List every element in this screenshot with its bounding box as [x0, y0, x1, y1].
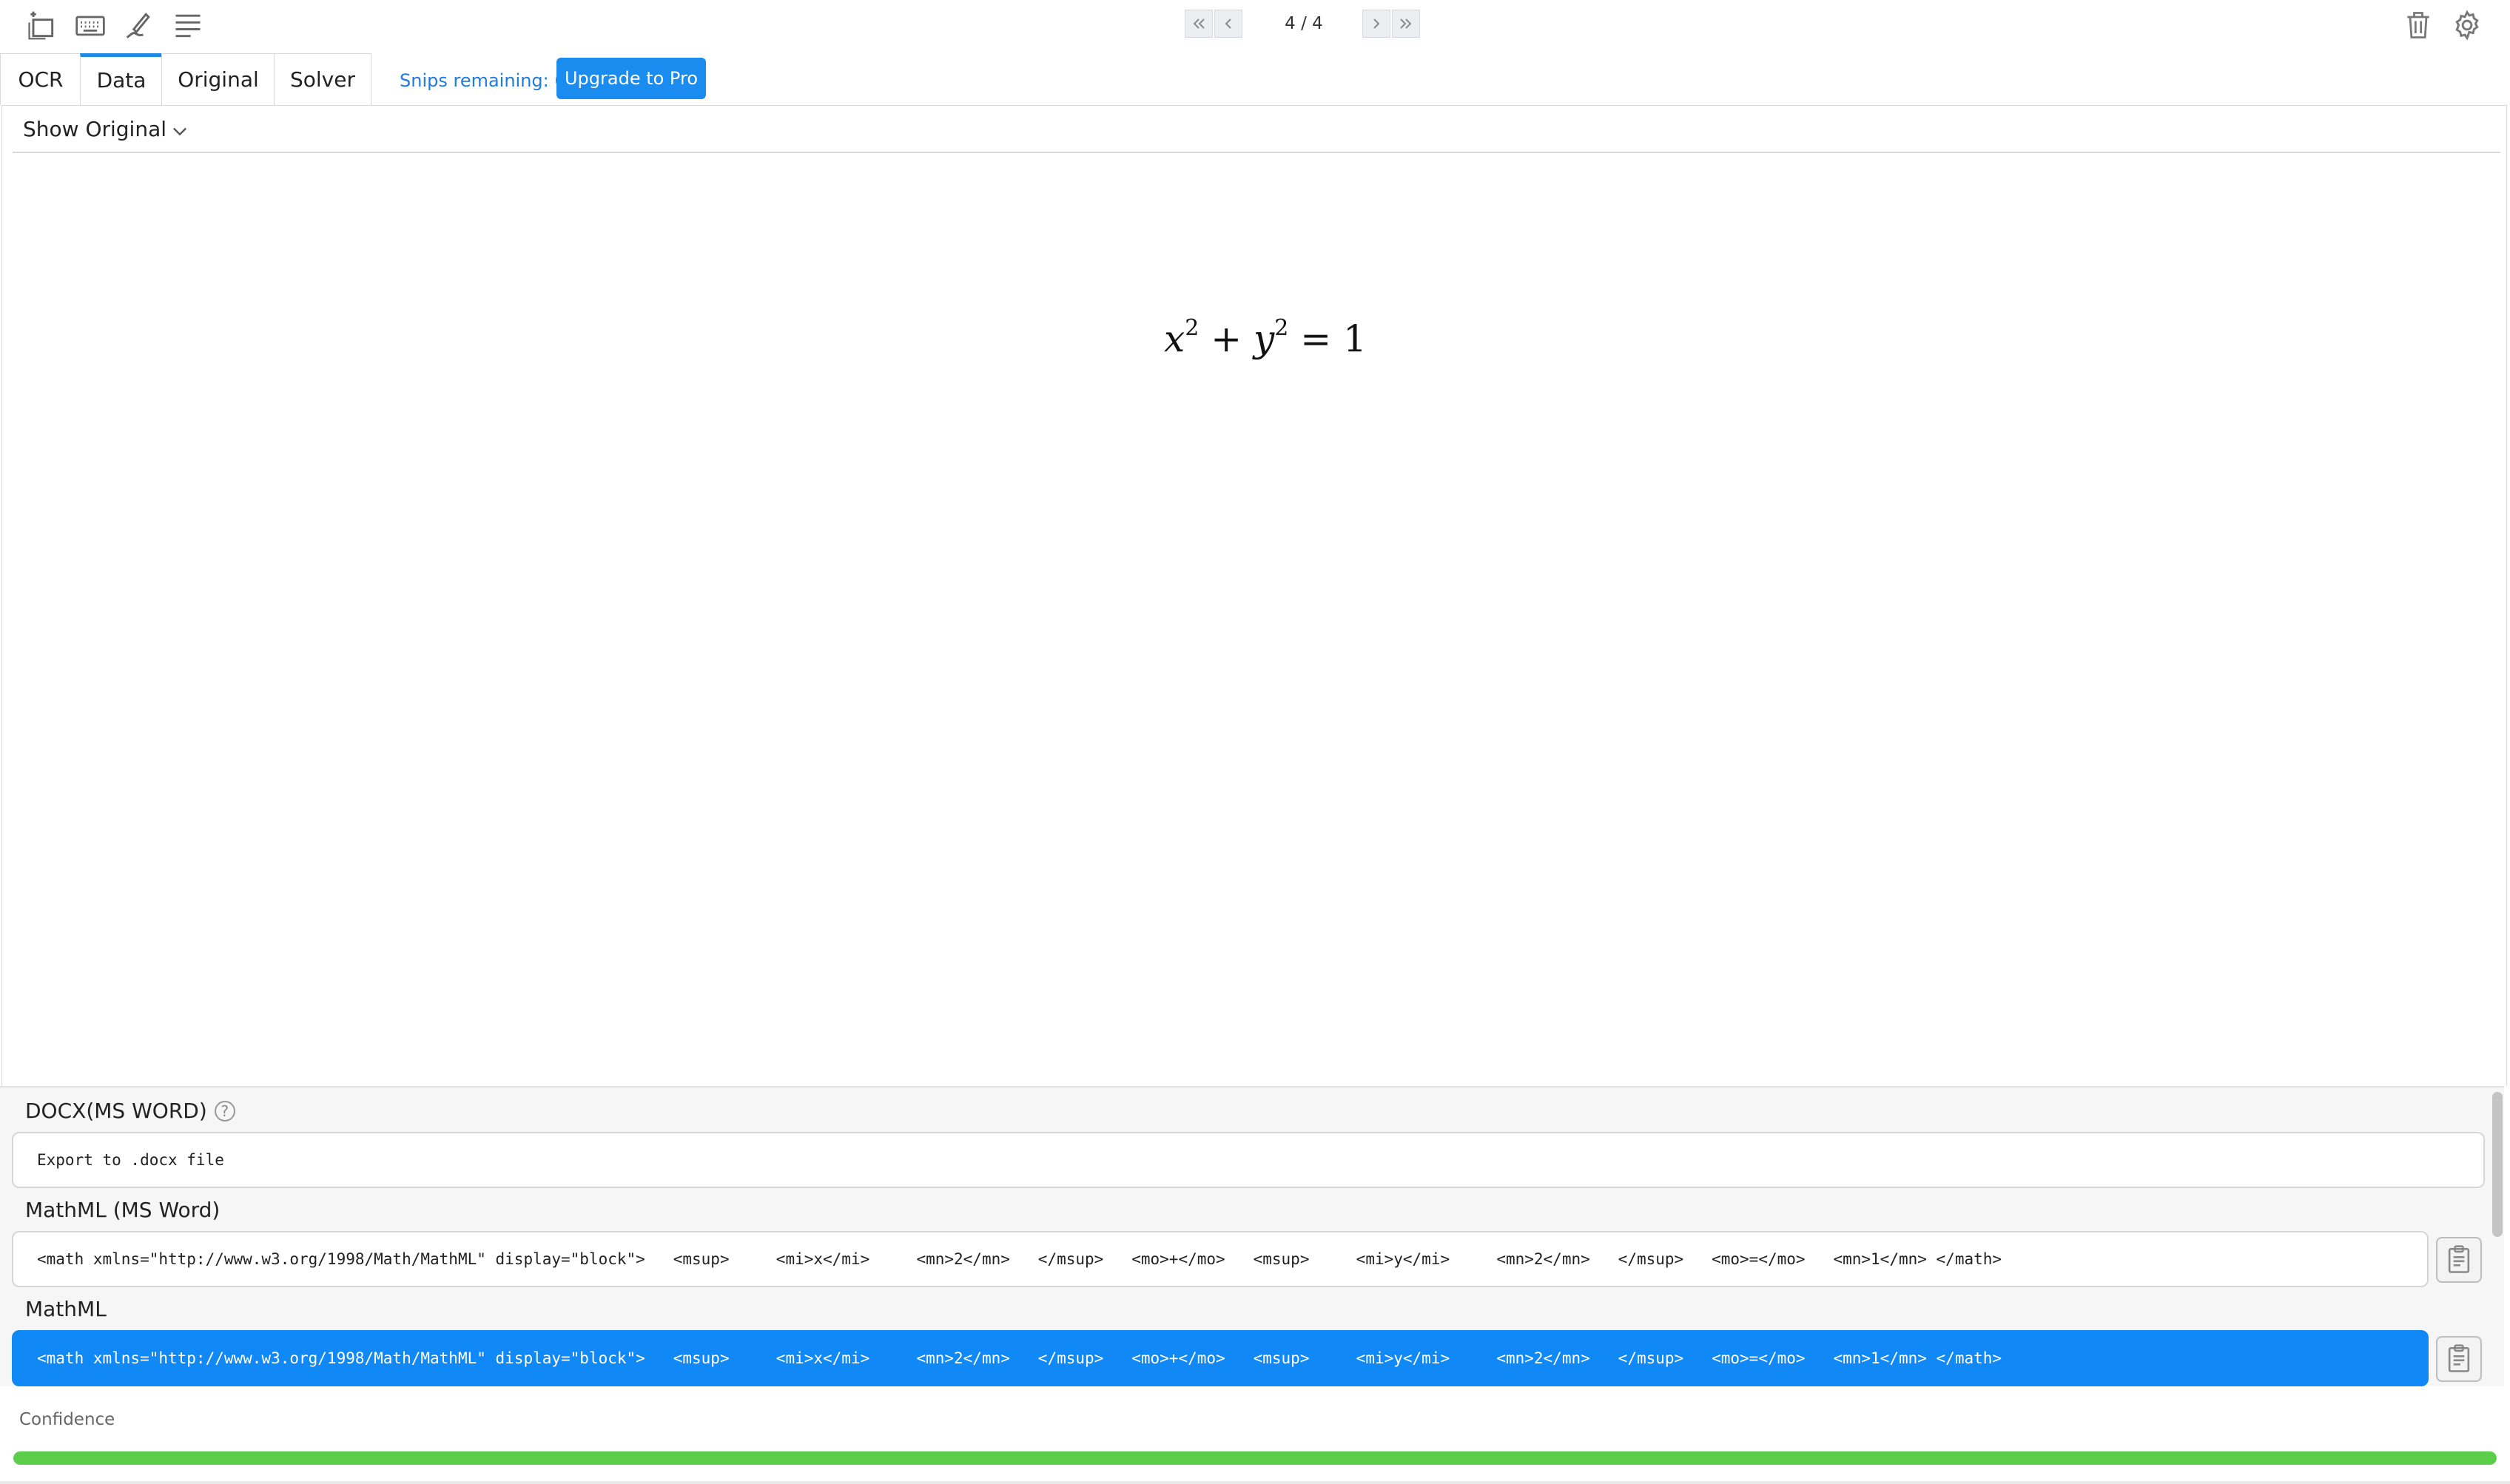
- trash-icon[interactable]: [2400, 7, 2436, 43]
- output-formats-panel: DOCX(MS WORD) ? Export to .docx file Mat…: [0, 1086, 2504, 1386]
- clipboard-icon: [2448, 1344, 2470, 1372]
- first-page-button[interactable]: [1185, 10, 1213, 38]
- snips-remaining: Snips remaining: 6: [400, 70, 566, 91]
- tab-original[interactable]: Original: [161, 53, 275, 105]
- confidence-label: Confidence: [19, 1410, 115, 1429]
- formula-base-y: y: [1254, 317, 1275, 360]
- prev-page-button[interactable]: [1214, 10, 1242, 38]
- formats-scrollbar[interactable]: [2492, 1092, 2503, 1237]
- help-icon[interactable]: ?: [214, 1101, 235, 1122]
- gear-icon[interactable]: [2449, 7, 2485, 43]
- data-panel: Show Original x2 + y2 = 1: [1, 105, 2507, 1086]
- rendered-formula: x2 + y2 = 1: [1164, 315, 1367, 361]
- chevron-down-icon: [173, 127, 187, 136]
- bottom-divider: [0, 1481, 2510, 1484]
- tab-data[interactable]: Data: [80, 53, 163, 105]
- confidence-bar: [13, 1451, 2497, 1465]
- upgrade-button[interactable]: Upgrade to Pro: [556, 58, 706, 99]
- tab-solver[interactable]: Solver: [274, 53, 371, 105]
- formula-plus: +: [1211, 317, 1242, 360]
- page-indicator: 4 / 4: [1285, 14, 1323, 33]
- show-original-toggle[interactable]: Show Original: [23, 113, 190, 146]
- tab-bar: OCR Data Original Solver Snips remaining…: [0, 53, 2510, 107]
- formula-exponent-1: 2: [1185, 315, 1200, 341]
- tab-ocr[interactable]: OCR: [0, 53, 81, 105]
- clipboard-icon: [2448, 1245, 2470, 1273]
- divider: [13, 152, 2500, 153]
- formula-equals: =: [1300, 317, 1332, 360]
- format-label-docx-text: DOCX(MS WORD): [25, 1099, 207, 1123]
- confidence-bar-fill: [13, 1451, 2497, 1465]
- format-label-mathml: MathML: [25, 1297, 107, 1321]
- new-snip-icon[interactable]: [24, 7, 59, 43]
- formula-exponent-2: 2: [1274, 315, 1289, 341]
- docx-export-field[interactable]: Export to .docx file: [12, 1132, 2485, 1188]
- mathml-word-field[interactable]: <math xmlns="http://www.w3.org/1998/Math…: [12, 1231, 2429, 1287]
- copy-mathml-button[interactable]: [2436, 1336, 2482, 1382]
- keyboard-icon[interactable]: [73, 7, 108, 43]
- text-lines-icon[interactable]: [170, 7, 206, 43]
- last-page-button[interactable]: [1392, 10, 1420, 38]
- draw-icon[interactable]: [121, 7, 157, 43]
- format-label-mathml-word: MathML (MS Word): [25, 1198, 221, 1222]
- toolbar: 4 / 4: [0, 0, 2510, 49]
- copy-mathml-word-button[interactable]: [2436, 1237, 2482, 1283]
- formula-rhs: 1: [1343, 317, 1367, 360]
- next-page-button[interactable]: [1362, 10, 1390, 38]
- show-original-label: Show Original: [23, 117, 167, 141]
- formula-base-x: x: [1164, 317, 1185, 360]
- format-label-docx: DOCX(MS WORD) ?: [25, 1096, 235, 1126]
- mathml-field[interactable]: <math xmlns="http://www.w3.org/1998/Math…: [12, 1330, 2429, 1386]
